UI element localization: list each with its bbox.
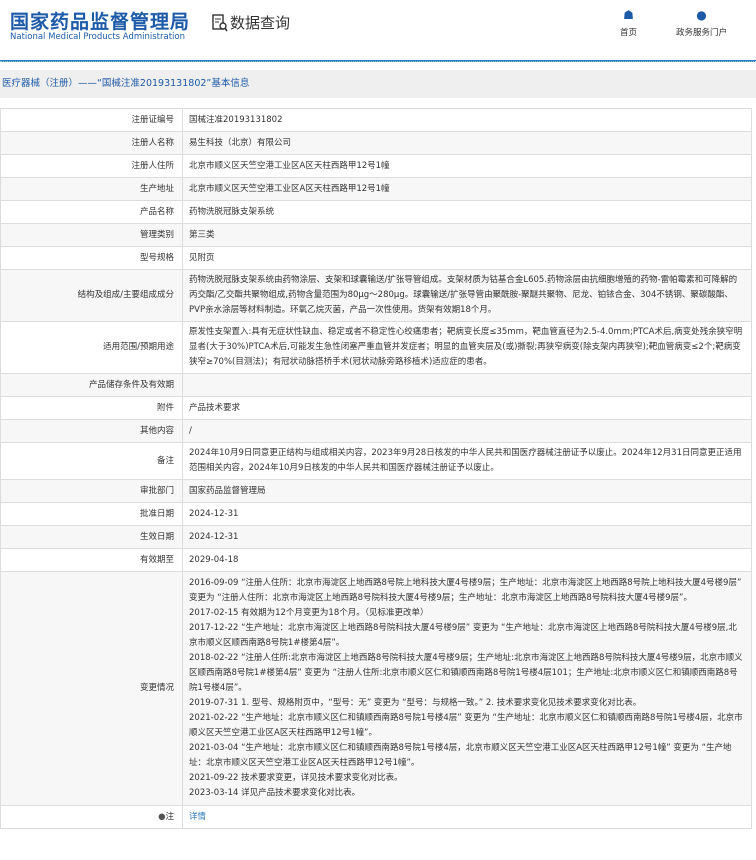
row-value: 国械注准20193131802 xyxy=(182,108,752,132)
row-value: 国家药品监督管理局 xyxy=(182,479,752,503)
row-label: 注册人名称 xyxy=(0,131,183,155)
row-label: 产品储存条件及有效期 xyxy=(0,373,183,397)
row-value: 药物洗脱冠脉支架系统由药物涂层、支架和球囊输送/扩张导管组成。支架材质为钴基合金… xyxy=(182,269,752,322)
row-value: 见附页 xyxy=(182,246,752,270)
nav-home[interactable]: ☗ 首页 xyxy=(620,8,637,38)
table-row: 注册人名称 易生科技（北京）有限公司 xyxy=(0,131,752,155)
document-search-icon xyxy=(212,13,228,31)
changes-list: 2016-09-09 “注册人住所：北京市海淀区上地西路8号院上地科技大厦4号楼… xyxy=(182,571,752,806)
row-value: 第三类 xyxy=(182,223,752,247)
changes-row: 变更情况 2016-09-09 “注册人住所：北京市海淀区上地西路8号院上地科技大… xyxy=(0,571,752,806)
change-item: 2019-07-31 1. 型号、规格附页中，“型号：无” 变更为 “型号：与规… xyxy=(189,698,642,708)
table-row: 产品储存条件及有效期 xyxy=(0,373,752,397)
row-label: 生效日期 xyxy=(0,525,183,549)
table-row: 结构及组成/主要组成成分 药物洗脱冠脉支架系统由药物涂层、支架和球囊输送/扩张导管… xyxy=(0,269,752,322)
nav-service-portal[interactable]: ● 政务服务门户 xyxy=(676,8,727,38)
table-row: 管理类别 第三类 xyxy=(0,223,752,247)
row-value: 药物洗脱冠脉支架系统 xyxy=(182,200,752,224)
row-value: / xyxy=(182,419,752,443)
nav-service-label: 政务服务门户 xyxy=(676,28,728,38)
site-header: 国家药品监督管理局 National Medical Products Admi… xyxy=(0,0,756,58)
note-row: ●注 详情 xyxy=(0,805,752,829)
breadcrumb: 医疗器械（注册）——“国械注准20193131802”基本信息 xyxy=(0,70,756,98)
table-row: 附件 产品技术要求 xyxy=(0,396,752,420)
row-label: 有效期至 xyxy=(0,548,183,572)
note-label: 注 xyxy=(165,811,174,822)
header-divider xyxy=(0,60,756,62)
row-label: 型号规格 xyxy=(0,246,183,270)
row-value: 北京市顺义区天竺空港工业区A区天柱西路甲12号1幢 xyxy=(182,154,752,178)
row-label: 审批部门 xyxy=(0,479,183,503)
logo-subtitle: National Medical Products Administration xyxy=(10,32,185,42)
row-value: 产品技术要求 xyxy=(182,396,752,420)
row-value: 2024-12-31 xyxy=(182,525,752,549)
table-row: 产品名称 药物洗脱冠脉支架系统 xyxy=(0,200,752,224)
row-label: 备注 xyxy=(0,442,183,480)
data-query-label: 数据查询 xyxy=(230,14,291,32)
change-item: 2017-12-22 “生产地址：北京市海淀区上地西路8号院科技大厦4号楼9层”… xyxy=(189,623,737,648)
row-label: 产品名称 xyxy=(0,200,183,224)
row-label: 变更情况 xyxy=(0,571,183,806)
nav-home-label: 首页 xyxy=(620,28,638,38)
table-row: 生效日期 2024-12-31 xyxy=(0,525,752,549)
table-row: 备注 2024年10月9日同意更正结构与组成相关内容，2023年9月28日核发的中… xyxy=(0,442,752,480)
row-value: 2024年10月9日同意更正结构与组成相关内容，2023年9月28日核发的中华人… xyxy=(182,442,752,480)
row-label: 生产地址 xyxy=(0,177,183,201)
row-label: 注册人住所 xyxy=(0,154,183,178)
detail-table: 注册证编号 国械注准20193131802 注册人名称 易生科技（北京）有限公司 注册人… xyxy=(0,108,752,829)
logo-title[interactable]: 国家药品监督管理局 xyxy=(10,7,190,34)
table-row: 生产地址 北京市顺义区天竺空港工业区A区天柱西路甲12号1幢 xyxy=(0,177,752,201)
row-label: 适用范围/预期用途 xyxy=(0,321,183,374)
row-value: 北京市顺义区天竺空港工业区A区天柱西路甲12号1幢 xyxy=(182,177,752,201)
details-link[interactable]: 详情 xyxy=(189,812,206,822)
row-value: 2024-12-31 xyxy=(182,502,752,526)
row-label: 附件 xyxy=(0,396,183,420)
change-item: 2021-02-22 “生产地址：北京市顺义区仁和镇顺西南路8号院1号楼4层” … xyxy=(189,713,743,738)
table-row: 有效期至 2029-04-18 xyxy=(0,548,752,572)
table-row: 其他内容 / xyxy=(0,419,752,443)
change-item: 2018-02-22 “注册人住所:北京市海淀区上地西路8号院科技大厦4号楼9层… xyxy=(189,653,743,693)
data-query-title: 数据查询 xyxy=(212,12,290,33)
table-row: 注册证编号 国械注准20193131802 xyxy=(0,108,752,132)
row-label: ●注 xyxy=(0,805,183,829)
change-item: 2023-03-14 详见产品技术要求变化对比表。 xyxy=(189,788,361,798)
row-label: 结构及组成/主要组成成分 xyxy=(0,269,183,322)
table-row: 型号规格 见附页 xyxy=(0,246,752,270)
change-item: 2021-09-22 技术要求变更，详见技术要求变化对比表。 xyxy=(189,773,403,783)
home-icon: ☗ xyxy=(623,8,634,22)
row-value xyxy=(182,373,752,397)
table-row: 注册人住所 北京市顺义区天竺空港工业区A区天柱西路甲12号1幢 xyxy=(0,154,752,178)
row-label: 管理类别 xyxy=(0,223,183,247)
row-label: 批准日期 xyxy=(0,502,183,526)
user-icon: ● xyxy=(696,8,707,22)
change-item: 2021-03-04 “生产地址：北京市顺义区仁和镇顺西南路8号院1号楼4层，北… xyxy=(189,743,732,768)
row-label: 注册证编号 xyxy=(0,108,183,132)
row-value: 易生科技（北京）有限公司 xyxy=(182,131,752,155)
row-label: 其他内容 xyxy=(0,419,183,443)
table-row: 批准日期 2024-12-31 xyxy=(0,502,752,526)
table-row: 适用范围/预期用途 原发性支架置入:具有无症状性缺血、稳定或者不稳定性心绞痛患者；… xyxy=(0,321,752,374)
change-item: 2017-02-15 有效期为12个月变更为18个月。（见标准更改单） xyxy=(189,608,429,618)
table-row: 审批部门 国家药品监督管理局 xyxy=(0,479,752,503)
row-value: 原发性支架置入:具有无症状性缺血、稳定或者不稳定性心绞痛患者；靶病变长度≤35m… xyxy=(182,321,752,374)
row-value: 2029-04-18 xyxy=(182,548,752,572)
change-item: 2016-09-09 “注册人住所：北京市海淀区上地西路8号院上地科技大厦4号楼… xyxy=(189,578,742,603)
